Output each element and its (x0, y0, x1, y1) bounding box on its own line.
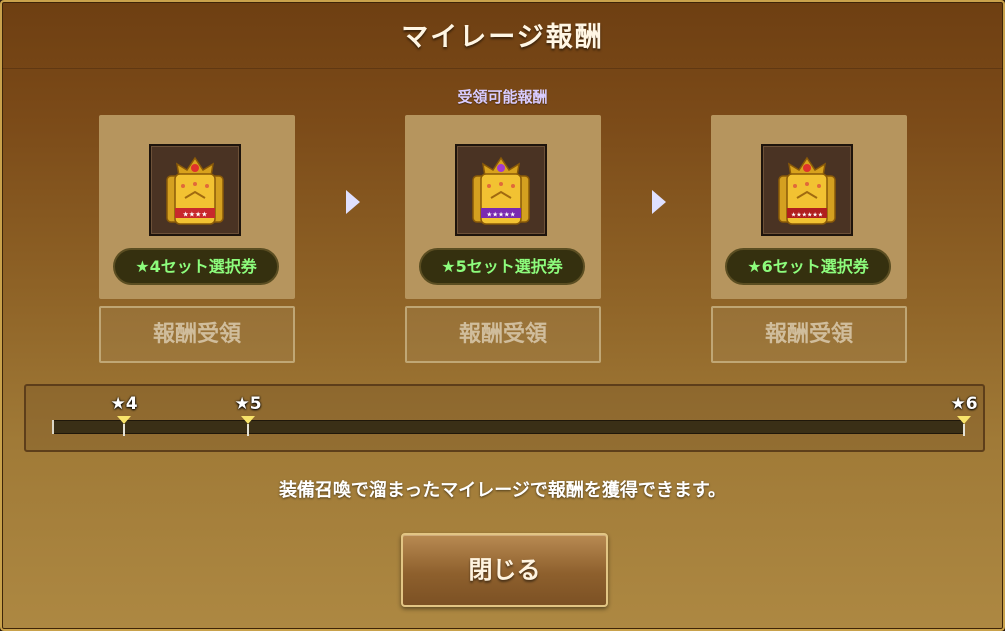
reward-label: ★4セット選択券 (113, 248, 279, 285)
reward-label: ★6セット選択券 (725, 248, 891, 285)
claim-reward-button-star5[interactable]: 報酬受領 (405, 306, 601, 363)
claim-reward-button-star4[interactable]: 報酬受領 (99, 306, 295, 363)
close-button[interactable]: 閉じる (401, 533, 608, 607)
reward-card-star5: ★★★★★ ★5セット選択券 (405, 115, 601, 299)
marker-label: ★4 (110, 394, 138, 414)
marker-tick (247, 424, 249, 436)
reward-label: ★5セット選択券 (419, 248, 585, 285)
dialog-title: マイレージ報酬 (2, 2, 1003, 69)
marker-triangle-icon (957, 416, 971, 424)
arrow-right-icon (346, 190, 360, 214)
available-rewards-heading: 受領可能報酬 (457, 88, 548, 106)
star6-set-ticket-icon: ★★★★★★ (761, 144, 853, 236)
mileage-reward-dialog: マイレージ報酬 受領可能報酬 ★★★★ ★4セット選択券 報酬受領 ★★★★★ … (0, 0, 1005, 631)
star4-set-ticket-icon: ★★★★ (149, 144, 241, 236)
marker-triangle-icon (117, 416, 131, 424)
claim-reward-button-star6[interactable]: 報酬受領 (711, 306, 907, 363)
reward-card-star6: ★★★★★★ ★6セット選択券 (711, 115, 907, 299)
star5-set-ticket-icon: ★★★★★ (455, 144, 547, 236)
progress-start-tick (52, 420, 54, 434)
arrow-right-icon (652, 190, 666, 214)
svg-text:★★★★★: ★★★★★ (486, 211, 515, 219)
info-text: 装備召喚で溜まったマイレージで報酬を獲得できます。 (278, 480, 727, 501)
marker-label: ★6 (950, 394, 978, 414)
progress-track (52, 420, 964, 434)
progress-marker-star6: ★6 (944, 394, 984, 436)
progress-marker-star4: ★4 (104, 394, 144, 436)
mileage-progress: ★4 ★5 ★6 (24, 384, 985, 452)
svg-text:★★★★: ★★★★ (182, 211, 207, 219)
marker-tick (963, 424, 965, 436)
progress-marker-star5: ★5 (228, 394, 268, 436)
marker-tick (123, 424, 125, 436)
marker-triangle-icon (241, 416, 255, 424)
svg-text:★★★★★★: ★★★★★★ (791, 212, 823, 219)
reward-card-star4: ★★★★ ★4セット選択券 (99, 115, 295, 299)
marker-label: ★5 (234, 394, 262, 414)
